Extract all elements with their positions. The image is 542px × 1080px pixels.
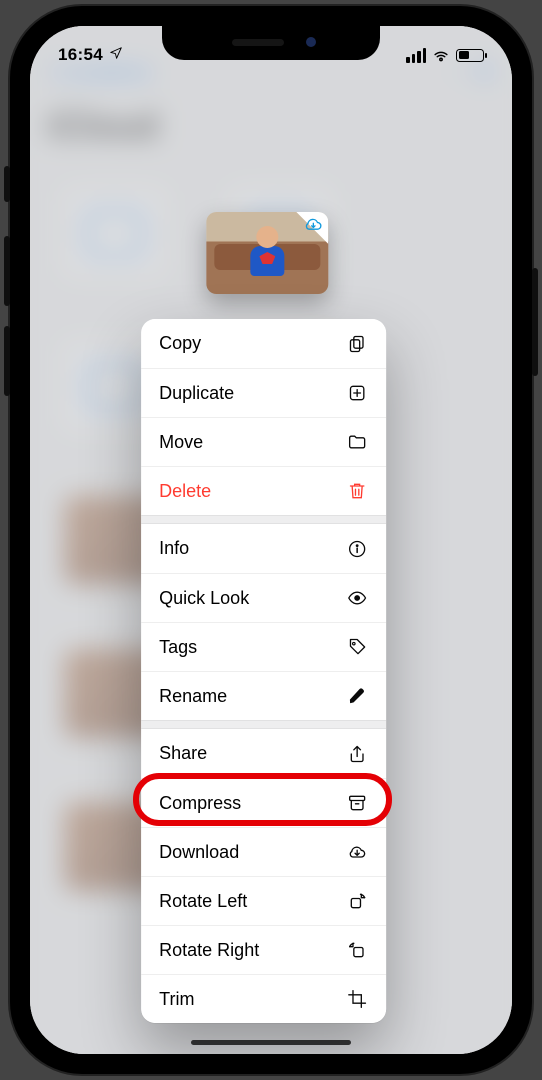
cloud-download-badge-icon — [301, 215, 325, 240]
eye-icon — [346, 587, 368, 609]
home-indicator[interactable] — [191, 1040, 351, 1045]
folder-icon — [346, 431, 368, 453]
context-menu: Copy Duplicate Move Delete Info Quick Look Tag… — [141, 319, 386, 1023]
menu-item-label: Rotate Right — [159, 940, 259, 961]
menu-item-label: Share — [159, 743, 207, 764]
rotate-right-icon — [346, 939, 368, 961]
duplicate-icon — [346, 382, 368, 404]
menu-item-rotateleft[interactable]: Rotate Left — [141, 876, 386, 925]
battery-icon — [456, 49, 484, 62]
menu-item-label: Delete — [159, 481, 211, 502]
menu-item-rename[interactable]: Rename — [141, 671, 386, 720]
menu-item-delete[interactable]: Delete — [141, 466, 386, 515]
cellular-icon — [406, 48, 426, 63]
menu-item-rotateright[interactable]: Rotate Right — [141, 925, 386, 974]
volume-up-button[interactable] — [4, 236, 10, 306]
menu-item-label: Info — [159, 538, 189, 559]
cloud-down-icon — [346, 841, 368, 863]
crop-icon — [346, 988, 368, 1010]
menu-item-label: Quick Look — [159, 588, 249, 609]
menu-item-label: Download — [159, 842, 239, 863]
menu-item-label: Rotate Left — [159, 891, 247, 912]
status-time: 16:54 — [58, 45, 103, 65]
menu-item-label: Rename — [159, 686, 227, 707]
menu-item-info[interactable]: Info — [141, 524, 386, 573]
location-services-icon — [109, 46, 123, 65]
menu-item-label: Tags — [159, 637, 197, 658]
menu-item-trim[interactable]: Trim — [141, 974, 386, 1023]
menu-item-duplicate[interactable]: Duplicate — [141, 368, 386, 417]
menu-item-move[interactable]: Move — [141, 417, 386, 466]
mute-switch[interactable] — [4, 166, 10, 202]
file-thumbnail[interactable] — [206, 212, 328, 294]
rotate-left-icon — [346, 890, 368, 912]
menu-item-compress[interactable]: Compress — [141, 778, 386, 827]
menu-item-label: Compress — [159, 793, 241, 814]
volume-down-button[interactable] — [4, 326, 10, 396]
menu-item-label: Trim — [159, 989, 194, 1010]
menu-item-label: Duplicate — [159, 383, 234, 404]
menu-separator — [141, 515, 386, 524]
menu-item-quicklook[interactable]: Quick Look — [141, 573, 386, 622]
archive-icon — [346, 792, 368, 814]
menu-item-label: Move — [159, 432, 203, 453]
tag-icon — [346, 636, 368, 658]
menu-item-label: Copy — [159, 333, 201, 354]
phone-frame: ⟨ Locations⋯ ☰ iCloud 16:54 — [10, 6, 532, 1074]
menu-item-download[interactable]: Download — [141, 827, 386, 876]
side-button[interactable] — [532, 268, 538, 376]
menu-separator — [141, 720, 386, 729]
notch — [162, 26, 380, 60]
screen: ⟨ Locations⋯ ☰ iCloud 16:54 — [30, 26, 512, 1054]
copy-icon — [346, 333, 368, 355]
wifi-icon — [432, 48, 450, 62]
pencil-icon — [346, 685, 368, 707]
share-icon — [346, 743, 368, 765]
info-icon — [346, 538, 368, 560]
menu-item-tags[interactable]: Tags — [141, 622, 386, 671]
trash-icon — [346, 480, 368, 502]
menu-item-share[interactable]: Share — [141, 729, 386, 778]
menu-item-copy[interactable]: Copy — [141, 319, 386, 368]
